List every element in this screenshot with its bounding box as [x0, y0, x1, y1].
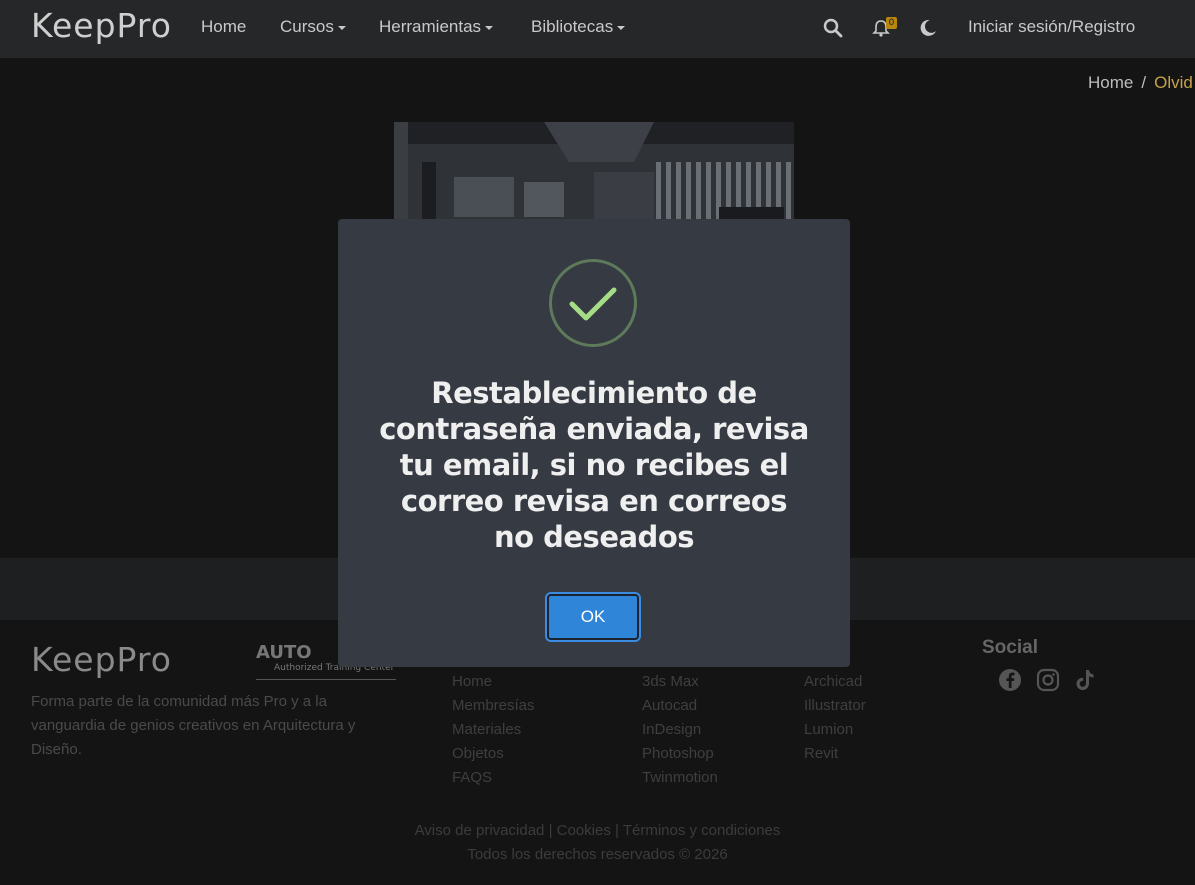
dialog-message: Restablecimiento de contraseña enviada, …	[379, 376, 809, 554]
success-dialog: Restablecimiento de contraseña enviada, …	[338, 219, 850, 667]
success-check-icon	[549, 259, 637, 347]
ok-button[interactable]: OK	[547, 594, 639, 640]
